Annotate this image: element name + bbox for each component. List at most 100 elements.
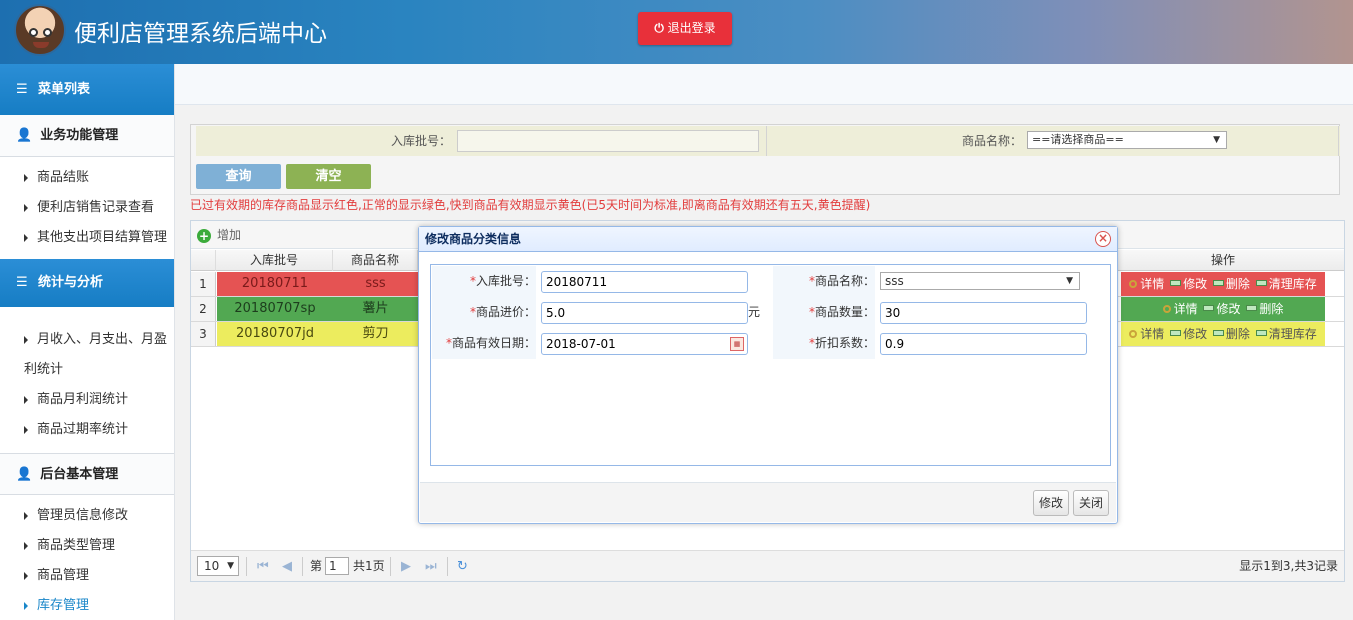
sidebar-item-category[interactable]: 商品类型管理 [0, 531, 174, 561]
sidebar-item-admin-info[interactable]: 管理员信息修改 [0, 501, 174, 531]
app-title: 便利店管理系统后端中心 [74, 21, 327, 47]
divider [302, 557, 303, 576]
clear-stock-label: 清理库存 [1268, 327, 1317, 341]
delete-link[interactable]: 删除 [1212, 322, 1250, 346]
dialog-title: 修改商品分类信息 [419, 227, 1117, 252]
breadcrumb-bar [175, 64, 1353, 105]
clear-stock-link[interactable]: 清理库存 [1255, 272, 1317, 296]
edit-link[interactable]: 修改 [1170, 272, 1207, 296]
sidebar-group-admin[interactable]: 👤 后台基本管理 [0, 453, 174, 495]
name-field-label: *商品名称： [773, 266, 875, 297]
sidebar-item-checkout[interactable]: 商品结账 [0, 163, 174, 193]
form-row: *商品进价： 5.0 元 *商品数量： 30 [432, 297, 1111, 328]
avatar-eye [29, 28, 38, 37]
add-button[interactable]: + 增加 [197, 228, 241, 243]
dropdown-arrow-icon: ▼ [227, 561, 234, 571]
last-page-icon[interactable]: ⏭ [425, 551, 437, 582]
close-icon[interactable]: × [1095, 231, 1111, 247]
detail-label: 详情 [1140, 327, 1165, 341]
color-legend-notice: 已过有效期的库存商品显示红色,正常的显示绿色,快到商品有效期显示黄色(已5天时间… [190, 198, 871, 212]
user-icon: 👤 [16, 128, 33, 143]
sidebar-item-inventory[interactable]: 库存管理 [0, 591, 174, 620]
list-icon: ☰ [16, 275, 28, 290]
column-header-name[interactable]: 商品名称 [333, 250, 418, 271]
next-page-icon[interactable]: ▶ [401, 551, 411, 582]
sidebar-menu-header[interactable]: ☰ 菜单列表 [0, 64, 174, 115]
cell-batch: 20180707jd [217, 322, 333, 346]
product-name-select[interactable]: sss ▼ [880, 272, 1080, 290]
price-field-label: *商品进价： [432, 297, 536, 328]
save-button[interactable]: 修改 [1033, 490, 1070, 516]
sidebar-item-monthly-profit[interactable]: 商品月利润统计 [0, 385, 174, 415]
column-header-actions: 操作 [1210, 253, 1235, 267]
batch-search-input[interactable] [457, 130, 759, 152]
pagination-bar: 10 ▼ ⏮ ◀ 第 1 共1页 ▶ ⏭ ↻ 显示1到3,共3记录 [191, 550, 1344, 581]
form-row: *入库批号： 20180711 *商品名称： sss ▼ [432, 266, 1111, 297]
refresh-icon[interactable]: ↻ [457, 551, 468, 582]
caret-right-icon [24, 173, 28, 182]
sidebar-item-label: 月收入、月支出、月盈利统计 [24, 332, 168, 377]
sidebar-item-expiry-rate[interactable]: 商品过期率统计 [0, 415, 174, 445]
clear-button[interactable]: 清空 [286, 164, 371, 189]
sidebar-group-business[interactable]: 👤 业务功能管理 [0, 115, 174, 157]
prev-page-icon[interactable]: ◀ [282, 551, 292, 582]
delete-link[interactable]: 删除 [1246, 297, 1283, 321]
edit-icon [1170, 330, 1182, 336]
cell-name: 薯片 [333, 297, 418, 321]
search-button[interactable]: 查询 [196, 164, 281, 189]
expiry-date-input[interactable]: 2018-07-01 ▦ [541, 333, 748, 355]
detail-link[interactable]: 详情 [1129, 322, 1164, 346]
close-button[interactable]: 关闭 [1073, 490, 1110, 516]
detail-link[interactable]: 详情 [1129, 272, 1164, 296]
sidebar-item-label: 其他支出项目结算管理 [37, 230, 168, 245]
page-size-select[interactable]: 10 ▼ [197, 556, 239, 576]
product-label: 商品名称： [961, 134, 1022, 148]
batch-field-input[interactable]: 20180711 [541, 271, 748, 293]
sidebar-item-label: 商品过期率统计 [37, 422, 129, 437]
top-header: 便利店管理系统后端中心 ⏻ 退出登录 [0, 0, 1353, 64]
sidebar-group-statistics[interactable]: ☰ 统计与分析 [0, 259, 174, 307]
caret-right-icon [24, 203, 28, 212]
product-name-value: sss [885, 274, 904, 288]
page-number-input[interactable]: 1 [325, 557, 349, 575]
calendar-icon[interactable]: ▦ [730, 337, 744, 351]
caret-right-icon [24, 601, 28, 610]
list-icon: ☰ [16, 82, 28, 97]
row-number: 2 [191, 297, 216, 321]
edit-label: 修改 [1183, 327, 1208, 341]
edit-link[interactable]: 修改 [1170, 322, 1207, 346]
sidebar-item-other-expenses[interactable]: 其他支出项目结算管理 [0, 223, 174, 253]
page-size-value: 10 [204, 559, 220, 573]
cell-batch: 20180707sp [217, 297, 333, 321]
discount-field-input[interactable]: 0.9 [880, 333, 1087, 355]
sidebar-item-label: 商品月利润统计 [37, 392, 129, 407]
detail-label: 详情 [1140, 277, 1165, 291]
delete-label: 删除 [1225, 327, 1250, 341]
detail-link[interactable]: 详情 [1162, 297, 1198, 321]
sidebar-item-sales-records[interactable]: 便利店销售记录查看 [0, 193, 174, 223]
edit-icon [1170, 280, 1182, 286]
logout-button[interactable]: ⏻ 退出登录 [638, 12, 732, 45]
delete-icon [1212, 280, 1224, 286]
first-page-icon[interactable]: ⏮ [257, 551, 269, 582]
qty-field-input[interactable]: 30 [880, 302, 1087, 324]
edit-label: 修改 [1216, 302, 1241, 316]
divider [390, 557, 391, 576]
edit-link[interactable]: 修改 [1203, 297, 1241, 321]
caret-right-icon [24, 571, 28, 580]
row-number-header [191, 250, 216, 271]
caret-right-icon [24, 511, 28, 520]
sidebar-item-label: 商品管理 [37, 568, 90, 583]
sidebar-item-monthly-stats[interactable]: 月收入、月支出、月盈利统计 [0, 325, 172, 385]
clear-stock-link[interactable]: 清理库存 [1255, 322, 1317, 346]
sidebar-group-label: 后台基本管理 [40, 467, 119, 482]
sidebar-item-products[interactable]: 商品管理 [0, 561, 174, 591]
row-number: 1 [191, 272, 216, 296]
delete-link[interactable]: 删除 [1212, 272, 1250, 296]
column-header-batch[interactable]: 入库批号 [216, 250, 333, 271]
power-icon: ⏻ [654, 21, 664, 35]
product-select[interactable]: ==请选择商品== ▼ [1027, 131, 1227, 149]
price-field-input[interactable]: 5.0 [541, 302, 748, 324]
delete-icon [1246, 305, 1258, 311]
cell-batch: 20180711 [217, 272, 333, 296]
